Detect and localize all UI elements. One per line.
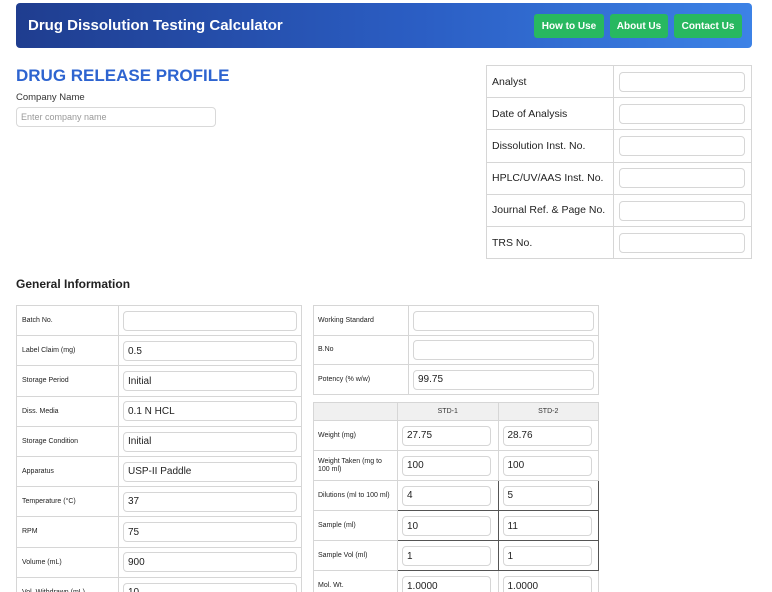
column-header-blank (313, 402, 398, 421)
column-header-std-1: STD-1 (397, 402, 499, 421)
vol-withdrawn-input[interactable] (123, 582, 297, 592)
table-row: Label Claim (mg) (16, 335, 302, 367)
table-row: Journal Ref. & Page No. (486, 193, 752, 227)
journal-ref-label: Journal Ref. & Page No. (486, 193, 614, 227)
b-no-label: B.No (313, 334, 409, 366)
working-standard-table: Working Standard B.No Potency (% w/w) (313, 305, 599, 395)
sample-vol-std2-input[interactable] (502, 546, 592, 567)
company-name-input[interactable] (16, 107, 216, 127)
potency-input[interactable] (413, 369, 594, 390)
volume-input[interactable] (123, 552, 297, 573)
dilutions-std1-input[interactable] (402, 485, 491, 506)
table-row: HPLC/UV/AAS Inst. No. (486, 161, 752, 195)
general-info-table: Batch No. Label Claim (mg) Storage Perio… (16, 304, 302, 592)
batch-no-input[interactable] (123, 310, 297, 331)
analyst-input[interactable] (619, 71, 745, 92)
table-row: TRS No. (486, 225, 752, 260)
app-title: Drug Dissolution Testing Calculator (28, 17, 283, 34)
standard-weights-table: STD-1 STD-2 Weight (mg) Weight Taken (mg… (313, 402, 599, 592)
table-row: Sample (ml) (313, 510, 599, 542)
table-row: Dilutions (ml to 100 ml) (313, 480, 599, 512)
table-header-row: STD-1 STD-2 (313, 402, 599, 421)
trs-no-input[interactable] (619, 232, 745, 253)
table-row: Mol. Wt. (313, 570, 599, 592)
how-to-use-button[interactable]: How to Use (534, 14, 604, 38)
storage-period-input[interactable] (123, 371, 297, 392)
label-claim-label: Label Claim (mg) (16, 335, 119, 367)
dilutions-label: Dilutions (ml to 100 ml) (313, 480, 398, 512)
table-row: RPM (16, 516, 302, 548)
table-row: Storage Period (16, 365, 302, 397)
mol-wt-std1-input[interactable] (402, 576, 491, 592)
weight-std2-input[interactable] (502, 425, 592, 446)
label-claim-input[interactable] (123, 341, 297, 362)
apparatus-label: Apparatus (16, 455, 119, 488)
dissolution-inst-label: Dissolution Inst. No. (486, 129, 614, 163)
hplc-inst-input[interactable] (619, 168, 745, 189)
rpm-input[interactable] (123, 522, 297, 543)
storage-condition-input[interactable] (123, 431, 297, 452)
storage-period-label: Storage Period (16, 365, 119, 397)
table-row: Potency (% w/w) (313, 364, 599, 395)
sample-label: Sample (ml) (313, 510, 398, 542)
trs-no-label: TRS No. (486, 225, 614, 260)
table-row: Temperature (°C) (16, 486, 302, 518)
weight-std1-input[interactable] (402, 425, 491, 446)
vol-withdrawn-label: Vol. Withdrawn (mL) (16, 576, 119, 592)
dilutions-std2-input[interactable] (502, 485, 592, 506)
table-row: Weight Taken (mg to 100 ml) (313, 450, 599, 482)
table-row: Analyst (486, 64, 752, 99)
general-information-heading: General Information (16, 277, 131, 291)
table-row: Diss. Media (16, 395, 302, 427)
table-row: B.No (313, 334, 599, 366)
weight-taken-std2-input[interactable] (502, 455, 592, 476)
date-of-analysis-input[interactable] (619, 104, 745, 125)
sample-vol-label: Sample Vol (ml) (313, 540, 398, 572)
analyst-info-table: Analyst Date of Analysis Dissolution Ins… (486, 64, 752, 260)
table-row: Vol. Withdrawn (mL) (16, 576, 302, 592)
table-row: Storage Condition (16, 425, 302, 457)
sample-std2-input[interactable] (502, 516, 592, 537)
about-us-button[interactable]: About Us (610, 14, 668, 38)
journal-ref-input[interactable] (619, 200, 745, 221)
mol-wt-label: Mol. Wt. (313, 570, 398, 592)
table-row: Volume (mL) (16, 546, 302, 578)
table-row: Working Standard (313, 305, 599, 336)
potency-label: Potency (% w/w) (313, 364, 409, 395)
table-row: Sample Vol (ml) (313, 540, 599, 572)
weight-taken-label: Weight Taken (mg to 100 ml) (313, 450, 398, 482)
working-standard-label: Working Standard (313, 305, 409, 336)
temperature-label: Temperature (°C) (16, 486, 119, 518)
table-row: Dissolution Inst. No. (486, 129, 752, 163)
sample-vol-std1-input[interactable] (402, 546, 491, 567)
mol-wt-std2-input[interactable] (502, 576, 592, 592)
storage-condition-label: Storage Condition (16, 425, 119, 457)
rpm-label: RPM (16, 516, 119, 548)
volume-label: Volume (mL) (16, 546, 119, 578)
column-header-std-2: STD-2 (497, 402, 599, 421)
working-standard-input[interactable] (413, 310, 594, 331)
batch-no-label: Batch No. (16, 304, 119, 337)
weight-label: Weight (mg) (313, 419, 398, 452)
dissolution-inst-input[interactable] (619, 136, 745, 157)
temperature-input[interactable] (123, 491, 297, 512)
hplc-inst-label: HPLC/UV/AAS Inst. No. (486, 161, 614, 195)
company-name-label: Company Name (16, 92, 85, 103)
apparatus-input[interactable] (123, 461, 297, 482)
contact-us-button[interactable]: Contact Us (674, 14, 742, 38)
diss-media-label: Diss. Media (16, 395, 119, 427)
table-row: Apparatus (16, 455, 302, 488)
analyst-label: Analyst (486, 64, 614, 99)
app-header: Drug Dissolution Testing Calculator How … (16, 3, 752, 48)
weight-taken-std1-input[interactable] (402, 455, 491, 476)
table-row: Weight (mg) (313, 419, 599, 452)
table-row: Batch No. (16, 304, 302, 337)
date-of-analysis-label: Date of Analysis (486, 97, 614, 131)
page-title: DRUG RELEASE PROFILE (16, 66, 230, 85)
table-row: Date of Analysis (486, 97, 752, 131)
b-no-input[interactable] (413, 340, 594, 361)
sample-std1-input[interactable] (402, 516, 491, 537)
diss-media-input[interactable] (123, 401, 297, 422)
